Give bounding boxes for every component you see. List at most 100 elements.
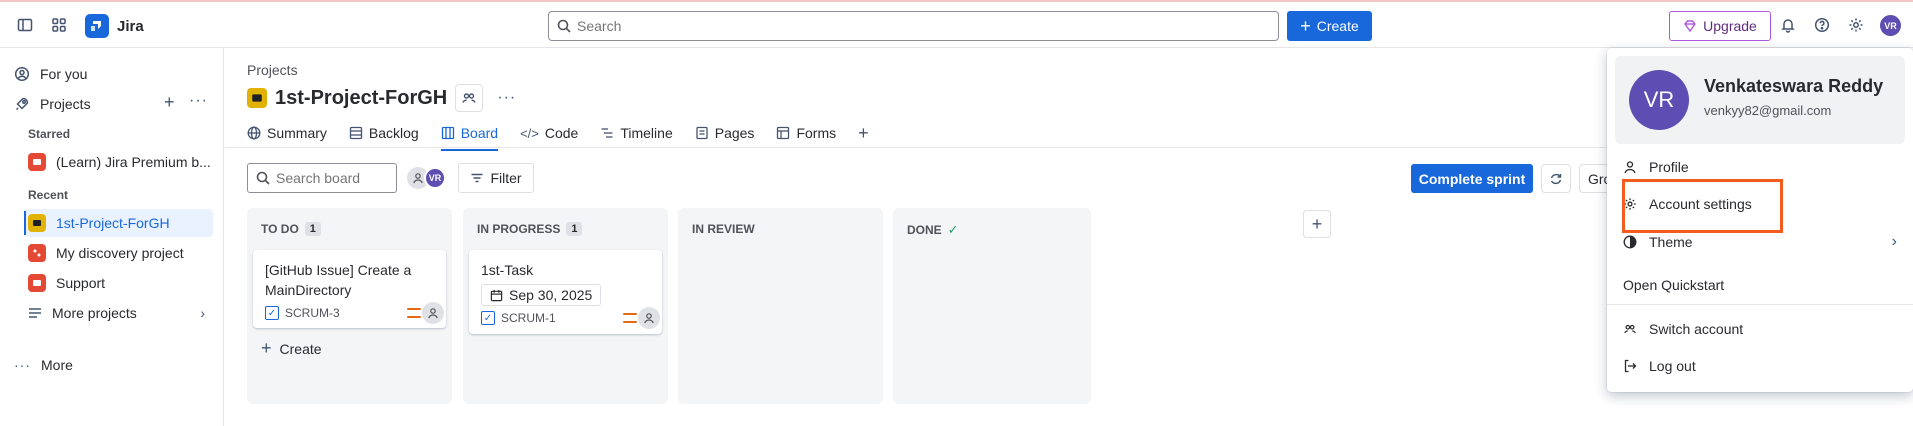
sidebar-item-1st-project[interactable]: 1st-Project-ForGH [24, 209, 213, 237]
column-header: DONE ✓ [907, 222, 959, 238]
account-email: venkyy82@gmail.com [1704, 103, 1832, 118]
projects-more-icon[interactable]: ··· [189, 92, 208, 110]
team-button[interactable] [455, 84, 484, 112]
filter-button-label: Filter [490, 170, 522, 186]
global-search[interactable] [548, 11, 1279, 41]
project-header: 1st-Project-ForGH ··· [247, 84, 516, 112]
page-title: 1st-Project-ForGH [275, 86, 448, 109]
add-project-plus-icon[interactable]: + [164, 92, 175, 113]
sidebar-item-support[interactable]: Support [28, 269, 213, 297]
notifications-bell-icon[interactable] [1777, 14, 1799, 36]
add-column-button[interactable]: + [1303, 210, 1331, 238]
board-search[interactable] [247, 163, 397, 193]
filter-button[interactable]: Filter [458, 163, 534, 193]
sidebar-item-projects[interactable]: Projects [14, 90, 213, 118]
task-checkbox-icon: ✓ [265, 306, 279, 320]
tab-backlog[interactable]: Backlog [349, 120, 419, 146]
issue-title: [GitHub Issue] Create a MainDirectory [265, 262, 412, 298]
tab-label: Timeline [620, 125, 673, 141]
account-name: Venkateswara Reddy [1704, 76, 1884, 96]
column-in-progress: IN PROGRESS 1 1st-Task Sep 30, 2025 ✓ SC… [463, 208, 668, 404]
plus-icon: + [1300, 16, 1311, 36]
issue-card[interactable]: 1st-Task Sep 30, 2025 ✓ SCRUM-1 [469, 250, 662, 334]
switch-account-icon [1624, 324, 1636, 334]
highlight-box [1622, 179, 1783, 233]
sidebar-toggle-icon[interactable] [14, 14, 36, 36]
ellipsis-icon: ··· [14, 357, 31, 373]
menu-item-switch-account[interactable]: Switch account [1623, 315, 1895, 343]
sidebar-item-label: 1st-Project-ForGH [56, 215, 170, 231]
sidebar-item-for-you[interactable]: For you [14, 60, 213, 88]
create-issue-button[interactable]: + Create [261, 338, 322, 359]
tab-label: Board [460, 125, 499, 141]
person-icon [413, 173, 423, 184]
user-avatar[interactable]: VR [1880, 15, 1901, 36]
complete-sprint-button[interactable]: Complete sprint [1411, 164, 1533, 193]
tab-board[interactable]: Board [440, 120, 499, 151]
person-icon [1624, 161, 1636, 174]
create-button-label: Create [1316, 18, 1359, 34]
add-tab-plus-icon[interactable]: + [858, 120, 869, 146]
user-circle-icon [14, 66, 30, 82]
account-profile-card: VR Venkateswara Reddy venkyy82@gmail.com [1615, 56, 1905, 144]
forms-icon [777, 126, 790, 140]
sidebar-item-more[interactable]: ··· More [14, 351, 213, 379]
issue-key[interactable]: SCRUM-3 [285, 306, 340, 320]
list-icon [29, 308, 41, 318]
tab-label: Summary [267, 125, 327, 141]
create-button[interactable]: + Create [1287, 11, 1372, 41]
board-search-input[interactable] [276, 170, 386, 186]
tab-pages[interactable]: Pages [695, 120, 754, 146]
sidebar-item-label: (Learn) Jira Premium b... [56, 154, 211, 170]
sprint-refresh-button[interactable] [1541, 164, 1571, 193]
assignee-avatar-icon[interactable] [422, 302, 444, 324]
tab-summary[interactable]: Summary [247, 120, 327, 146]
upgrade-button[interactable]: Upgrade [1669, 11, 1771, 41]
active-indicator [24, 211, 26, 235]
project-more-icon[interactable]: ··· [497, 89, 516, 107]
app-switcher-icon[interactable] [48, 14, 70, 36]
menu-item-log-out[interactable]: Log out [1623, 352, 1895, 380]
sidebar-item-label: More projects [52, 305, 137, 321]
plus-icon: + [1311, 213, 1323, 234]
page-icon [696, 126, 708, 140]
chevron-right-icon: › [1891, 233, 1897, 250]
user-avatar-filter[interactable]: VR [424, 167, 446, 189]
sidebar: For you Projects + ··· Starred (Learn) J… [0, 48, 224, 426]
due-date: Sep 30, 2025 [509, 287, 593, 303]
jira-logo[interactable]: Jira [85, 14, 144, 38]
sidebar-item-more-projects[interactable]: More projects › [28, 299, 213, 327]
issue-key[interactable]: SCRUM-1 [501, 311, 556, 325]
search-input[interactable] [577, 18, 1237, 34]
sidebar-item-label: More [41, 357, 73, 373]
sidebar-item-label: Support [56, 275, 106, 291]
filter-icon [471, 173, 483, 183]
code-icon: </> [520, 125, 539, 141]
menu-item-profile[interactable]: Profile [1623, 153, 1895, 181]
refresh-icon [1550, 173, 1562, 184]
issue-card[interactable]: [GitHub Issue] Create a MainDirectory ✓ … [253, 250, 446, 328]
rocket-icon [15, 97, 29, 111]
column-name: IN REVIEW [692, 222, 755, 236]
column-count: 1 [304, 222, 321, 236]
project-icon [28, 153, 46, 171]
help-icon[interactable] [1811, 14, 1833, 36]
tab-code[interactable]: </> Code [520, 120, 578, 146]
sidebar-item-discovery-project[interactable]: My discovery project [28, 239, 213, 267]
column-header: IN REVIEW [692, 222, 755, 236]
sidebar-item-starred-project[interactable]: (Learn) Jira Premium b... [28, 148, 213, 176]
sidebar-item-label: For you [40, 66, 88, 82]
project-icon [28, 214, 46, 232]
menu-item-label: Switch account [1649, 321, 1744, 337]
settings-gear-icon[interactable] [1845, 14, 1867, 36]
tab-timeline[interactable]: Timeline [600, 120, 673, 146]
tab-label: Forms [796, 125, 837, 141]
menu-item-open-quickstart[interactable]: Open Quickstart [1623, 271, 1895, 299]
tab-forms[interactable]: Forms [776, 120, 836, 146]
breadcrumb[interactable]: Projects [247, 62, 298, 78]
assignee-avatar-icon[interactable] [638, 307, 660, 329]
timeline-icon [601, 128, 613, 138]
medium-priority-icon [407, 308, 421, 318]
recent-section-heading: Recent [28, 188, 69, 202]
due-date-chip[interactable]: Sep 30, 2025 [481, 284, 602, 306]
